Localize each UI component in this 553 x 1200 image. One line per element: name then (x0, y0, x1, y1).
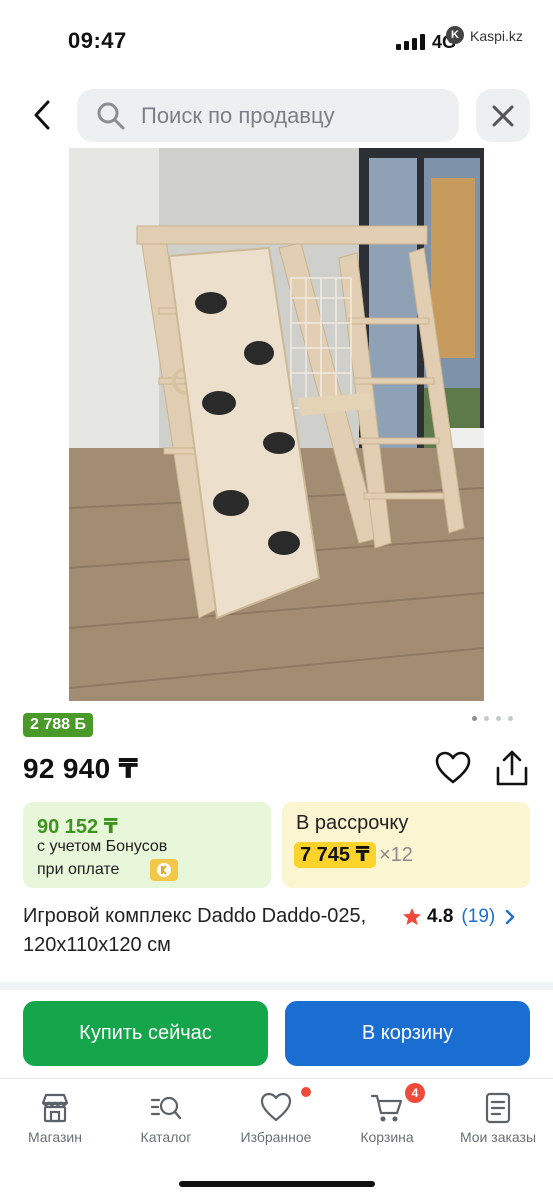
add-to-cart-button[interactable]: В корзину (285, 1001, 530, 1066)
installment-monthly-amount: 7 745 ₸ (294, 842, 376, 868)
notification-dot (301, 1087, 311, 1097)
tab-label: Избранное (240, 1129, 312, 1145)
buy-now-button[interactable]: Купить сейчас (23, 1001, 268, 1066)
close-icon (492, 105, 514, 126)
bonus-price-card[interactable]: 90 152 ₸ с учетом Бонусов при оплате (23, 802, 271, 888)
pager-dot (496, 716, 501, 721)
orders-icon (485, 1092, 511, 1124)
tab-favorites[interactable]: Избранное (226, 1087, 326, 1151)
pager-dot (484, 716, 489, 721)
search-icon (95, 100, 127, 132)
bonus-coin-icon (150, 859, 178, 881)
bonus-price-note-2: при оплате (37, 861, 120, 878)
rating-value: 4.8 (427, 906, 454, 927)
pager-dot (508, 716, 513, 721)
heart-icon (435, 751, 471, 784)
tab-my-orders[interactable]: Мои заказы (448, 1087, 548, 1151)
tab-label: Мои заказы (459, 1129, 537, 1145)
image-pager-dots (472, 716, 532, 724)
home-indicator (179, 1181, 375, 1187)
search-input[interactable] (141, 102, 431, 129)
tab-label: Каталог (140, 1129, 192, 1145)
store-icon (41, 1093, 69, 1123)
installment-months: ×12 (379, 844, 413, 866)
tab-label: Магазин (27, 1129, 82, 1145)
tab-label: Корзина (360, 1129, 414, 1145)
chevron-right-icon (506, 909, 515, 925)
close-button[interactable] (476, 89, 530, 142)
installment-card[interactable]: В рассрочку 7 745 ₸ ×12 (282, 802, 530, 888)
cart-icon (370, 1094, 403, 1122)
installment-title: В рассрочку (296, 812, 409, 834)
catalog-search-icon (150, 1096, 182, 1120)
star-icon (403, 908, 421, 925)
heart-icon (260, 1092, 292, 1122)
kaspi-logo-icon: K (446, 26, 464, 44)
share-button[interactable] (494, 748, 530, 788)
seller-search-bar[interactable] (77, 89, 459, 142)
carrier-label: Kaspi.kz (470, 28, 523, 44)
status-time: 09:47 (68, 28, 127, 53)
chevron-left-icon (34, 100, 50, 130)
back-button[interactable] (24, 94, 60, 136)
favorite-button[interactable] (434, 750, 472, 786)
status-bar: 09:47 4G K Kaspi.kz (0, 0, 553, 80)
pager-dot (472, 716, 477, 721)
cart-count-badge: 4 (405, 1083, 425, 1103)
tab-store[interactable]: Магазин (5, 1087, 105, 1151)
bonus-badge: 2 788 Ƃ (23, 713, 93, 737)
reviews-count: (19) (461, 906, 496, 927)
product-image[interactable] (69, 148, 484, 701)
share-icon (496, 750, 528, 786)
signal-icon (396, 34, 426, 50)
tab-cart[interactable]: 4 Корзина (337, 1083, 437, 1151)
rating-link[interactable]: 4.8 (19) (402, 902, 515, 932)
tab-catalog[interactable]: Каталог (116, 1087, 216, 1151)
bonus-price-amount: 90 152 ₸ (37, 816, 118, 838)
bonus-price-note: с учетом Бонусов (37, 838, 168, 855)
product-price: 92 940 ₸ (23, 753, 139, 784)
product-title: Игровой комплекс Daddo Daddo-025, 120x11… (23, 905, 367, 956)
section-divider (0, 982, 553, 990)
